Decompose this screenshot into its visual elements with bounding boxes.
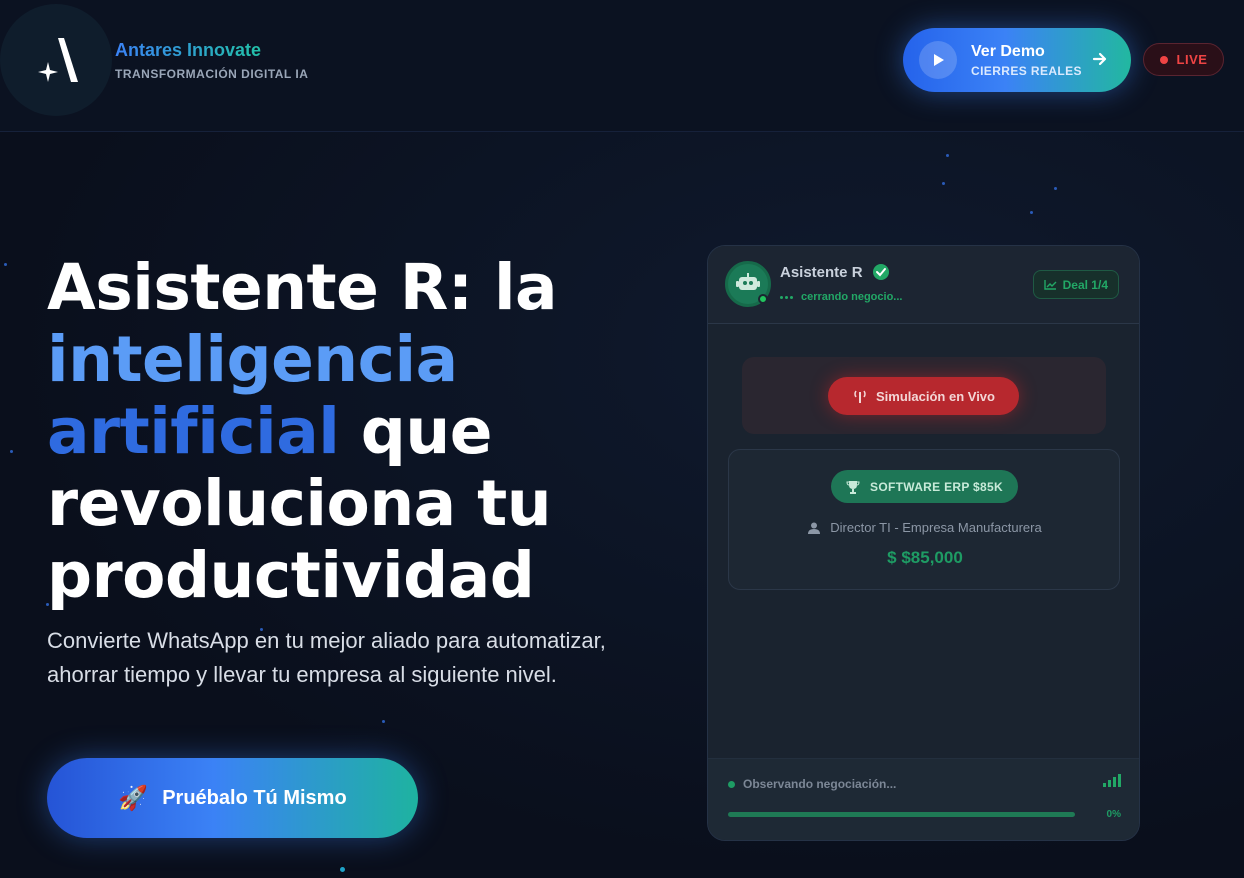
avatar xyxy=(725,261,771,307)
status-dot-icon xyxy=(728,780,735,788)
background-star xyxy=(340,867,345,872)
hero-title: Asistente R: la inteligencia artificial … xyxy=(47,252,647,612)
card-header: Asistente R cerrando negocio... Deal 1/4 xyxy=(708,246,1139,324)
user-icon xyxy=(808,522,821,534)
demo-button-subtitle: CIERRES REALES xyxy=(971,63,1082,78)
try-it-yourself-button[interactable]: 🚀 Pruébalo Tú Mismo xyxy=(47,758,418,838)
background-star xyxy=(382,720,385,723)
observing-status: Observando negociación... xyxy=(728,777,896,791)
brand-name: Antares Innovate xyxy=(115,40,262,60)
live-simulation-button[interactable]: Simulación en Vivo xyxy=(828,377,1019,415)
live-dot-icon xyxy=(1159,55,1168,64)
logo-mark-icon xyxy=(38,38,78,82)
simulation-label: Simulación en Vivo xyxy=(876,388,995,404)
deal-details-panel: SOFTWARE ERP $85K Director TI - Empresa … xyxy=(728,449,1120,590)
card-footer: Observando negociación... 0% xyxy=(708,758,1139,840)
brand-tagline: TRANSFORMACIÓN DIGITAL IA xyxy=(115,67,309,81)
background-star xyxy=(4,263,7,266)
rocket-icon: 🚀 xyxy=(118,784,149,812)
live-badge: LIVE xyxy=(1143,43,1224,76)
assistant-name: Asistente R xyxy=(780,264,863,281)
hero-subtitle: Convierte WhatsApp en tu mejor aliado pa… xyxy=(47,628,606,687)
status-text: cerrando negocio... xyxy=(801,291,903,303)
assistant-status: cerrando negocio... xyxy=(780,291,902,303)
online-indicator xyxy=(758,294,768,304)
background-star xyxy=(10,450,13,453)
top-header: Antares Innovate TRANSFORMACIÓN DIGITAL … xyxy=(0,0,1244,132)
cta-label: Pruébalo Tú Mismo xyxy=(162,786,347,809)
background-star xyxy=(1030,211,1033,214)
observing-label: Observando negociación... xyxy=(743,777,897,791)
hero-title-highlight1: inteligencia xyxy=(47,323,458,396)
deal-amount: $ $85,000 xyxy=(887,548,963,567)
hero-title-line1: Asistente R: la xyxy=(47,251,558,324)
product-badge: SOFTWARE ERP $85K xyxy=(831,470,1018,503)
verified-check-icon xyxy=(873,264,889,280)
background-star xyxy=(942,182,945,185)
hero-title-line4: revoluciona tu xyxy=(47,467,552,540)
product-label: SOFTWARE ERP $85K xyxy=(870,479,1003,494)
contact-info: Director TI - Empresa Manufacturera xyxy=(729,520,1121,535)
play-icon xyxy=(919,41,957,79)
hero-title-line5: productividad xyxy=(47,539,535,612)
deal-counter-badge: Deal 1/4 xyxy=(1032,270,1119,299)
hero-title-highlight2: artificial xyxy=(47,395,340,468)
brand-logo[interactable] xyxy=(0,4,112,116)
progress-percent: 0% xyxy=(1106,809,1121,820)
trend-chart-icon xyxy=(1043,280,1057,290)
demo-button-title: Ver Demo xyxy=(971,42,1045,60)
typing-dots-icon xyxy=(780,295,793,299)
broadcast-icon xyxy=(854,390,866,403)
view-demo-button[interactable]: Ver Demo CIERRES REALES xyxy=(903,28,1131,92)
robot-icon xyxy=(736,273,760,290)
deal-counter-label: Deal 1/4 xyxy=(1062,277,1108,292)
contact-label: Director TI - Empresa Manufacturera xyxy=(830,520,1042,535)
background-star xyxy=(946,154,949,157)
assistant-demo-card: Asistente R cerrando negocio... Deal 1/4… xyxy=(707,245,1140,841)
simulation-panel: Simulación en Vivo xyxy=(742,357,1106,434)
arrow-right-icon xyxy=(1092,52,1107,66)
negotiation-progress-bar xyxy=(728,812,1075,817)
signal-bars-icon xyxy=(1103,774,1121,787)
hero-title-after: que xyxy=(339,395,493,468)
background-star xyxy=(1054,187,1057,190)
live-label: LIVE xyxy=(1176,52,1208,67)
trophy-icon xyxy=(846,480,860,494)
